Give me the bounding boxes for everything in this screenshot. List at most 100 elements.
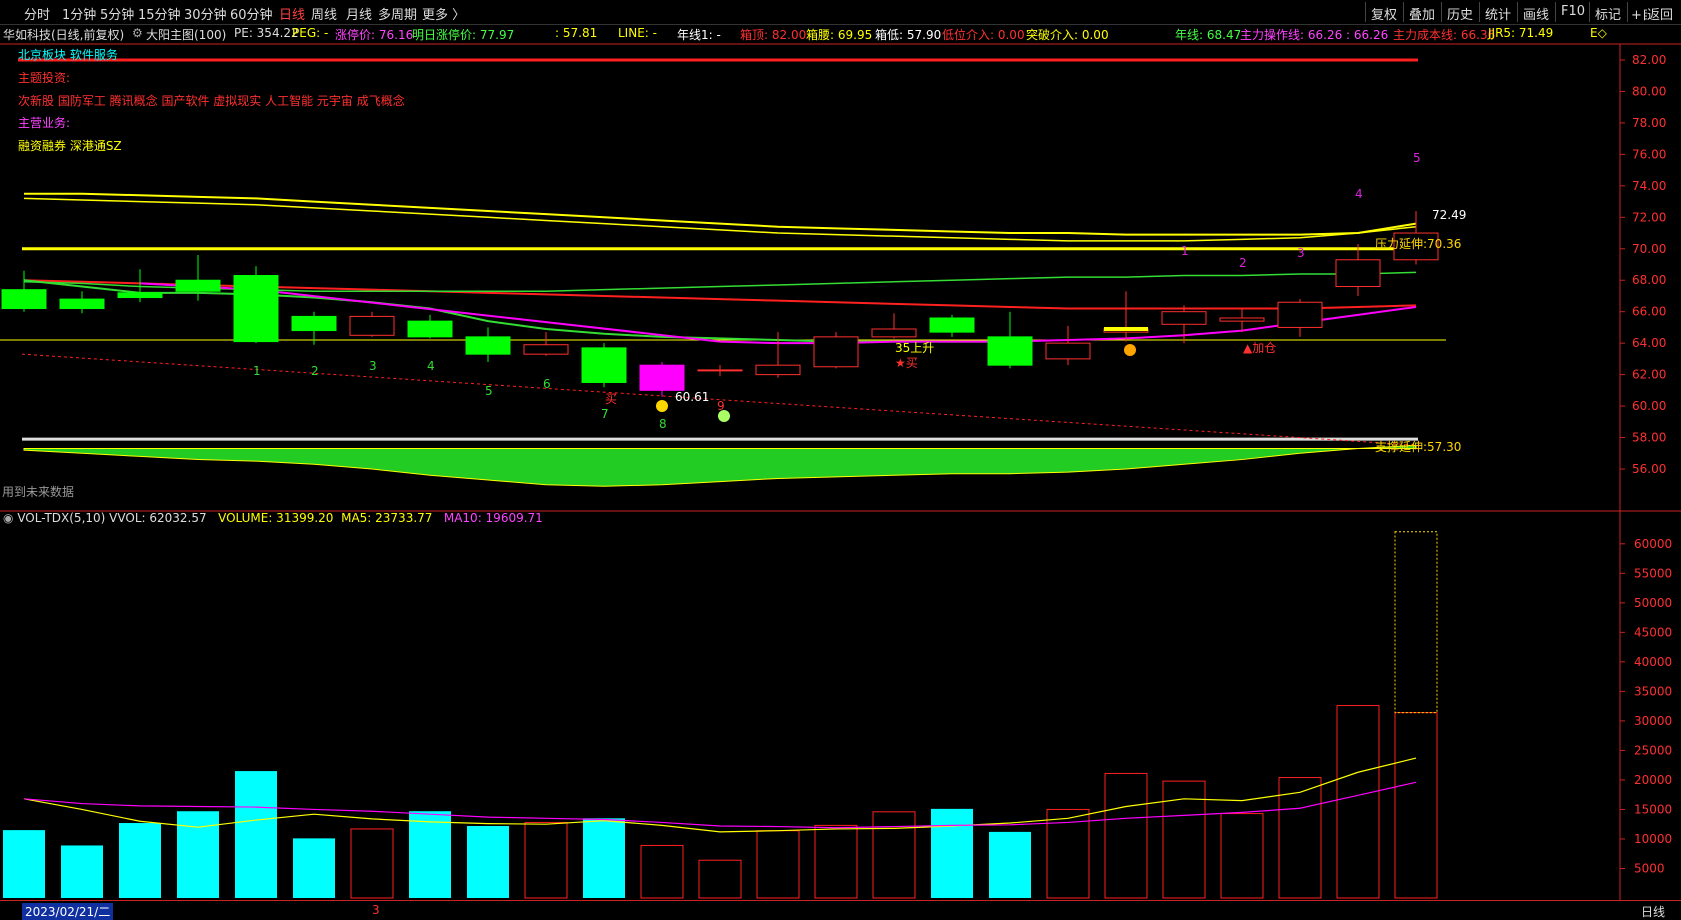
volume-bar: [640, 844, 684, 899]
price-tick-label: 56.00: [1632, 462, 1666, 476]
volume-bar: [814, 824, 858, 899]
entry-bar: [1104, 326, 1148, 331]
candle-body: [755, 364, 801, 376]
candle: [1045, 325, 1091, 366]
volume-tick-label: 40000: [1634, 655, 1672, 669]
volume-bar: [698, 859, 742, 899]
price-tick-label: 68.00: [1632, 273, 1666, 287]
volume-bar: [756, 830, 800, 899]
count-number: 2: [311, 364, 319, 378]
volume-tick-label: 5000: [1634, 861, 1665, 875]
candle-body: [1045, 342, 1091, 360]
sector-label: 北京板块 软件服务: [18, 48, 118, 62]
add-position-label: ▲加仓: [1243, 341, 1277, 355]
volume-tick-label: 10000: [1634, 832, 1672, 846]
volume-ma10-line: [23, 781, 1417, 829]
future-data-note: 用到未来数据: [2, 485, 75, 499]
price-tick-label: 82.00: [1632, 53, 1666, 67]
fast-ma-line: [23, 279, 1010, 343]
projected-volume-bar: [1394, 531, 1438, 714]
candle: [465, 327, 511, 363]
candle: [59, 291, 105, 314]
price-tick-label: 58.00: [1632, 431, 1666, 445]
volume-indicator-name[interactable]: VOL-TDX(5,10): [17, 511, 105, 525]
volume-bar: [872, 811, 916, 899]
volume-bar: [467, 825, 509, 898]
candle: [581, 343, 627, 388]
up-count-number: 3: [1297, 246, 1305, 260]
volume-tick-label: 25000: [1634, 743, 1672, 757]
volume-bar: [235, 771, 277, 898]
theme-list: 次新股 国防军工 腾讯概念 国产软件 虚拟现实 人工智能 元宇宙 成飞概念: [18, 94, 405, 108]
vvol-value: VVOL: 62032.57: [109, 511, 207, 525]
volume-bar: [1278, 777, 1322, 899]
candle-body: [1335, 259, 1381, 288]
candle-body: [871, 328, 917, 338]
volume-tick-label: 50000: [1634, 596, 1672, 610]
volume-panel: [3, 531, 1438, 899]
candle-body: [813, 336, 859, 368]
price-tick-label: 64.00: [1632, 336, 1666, 350]
volume-settings-icon[interactable]: ◉: [3, 511, 13, 525]
count-number: 3: [369, 359, 377, 373]
high-price-label: 72.49: [1432, 208, 1467, 222]
volume-bar: [1220, 813, 1264, 899]
pressure-extension-label: 压力延伸:70.36: [1375, 237, 1462, 251]
price-panel: 1 2 3 45 678912345: [0, 58, 1446, 487]
volume-bar: [1394, 712, 1438, 899]
price-tick-label: 70.00: [1632, 242, 1666, 256]
volume-tick-label: 55000: [1634, 566, 1672, 580]
price-tick-label: 72.00: [1632, 210, 1666, 224]
up-count-number: 5: [1413, 151, 1421, 165]
candle-body: [175, 279, 221, 292]
volume-tick-label: 45000: [1634, 625, 1672, 639]
volume-tick-label: 20000: [1634, 773, 1672, 787]
up-count-number: 2: [1239, 256, 1247, 270]
candle-body: [987, 336, 1033, 366]
volume-tick-label: 30000: [1634, 714, 1672, 728]
signal-circle: [656, 400, 668, 412]
price-tick-label: 76.00: [1632, 147, 1666, 161]
candle: [349, 311, 395, 337]
candle: [1, 270, 47, 312]
candle-body: [59, 298, 105, 310]
candle-body: [581, 347, 627, 383]
candle: [1161, 305, 1207, 344]
business-list: 融资融券 深港通SZ: [18, 139, 122, 153]
volume-bar: [350, 828, 394, 899]
candle: [1277, 299, 1323, 337]
business-title: 主营业务:: [18, 116, 71, 130]
candle-body: [117, 292, 163, 299]
volume-bar: [409, 811, 451, 898]
candle-body: [407, 320, 453, 338]
month-marker: 3: [372, 903, 380, 917]
price-tick-label: 62.00: [1632, 368, 1666, 382]
price-tick-label: 60.00: [1632, 399, 1666, 413]
candle-body: [349, 315, 395, 336]
candle-body: [523, 344, 569, 355]
ma5-value: MA5: 23733.77: [341, 511, 433, 525]
signal-circle: [1124, 344, 1136, 356]
candle: [987, 311, 1033, 369]
candle: [233, 266, 279, 344]
candle-body: [291, 315, 337, 332]
date-cursor-label: 2023/02/21/二: [22, 903, 114, 920]
candle: [813, 332, 859, 369]
candle: [1103, 291, 1149, 342]
volume-bar: [177, 811, 219, 898]
candle: [407, 314, 453, 339]
candle-body: [1277, 301, 1323, 328]
volume-bar: [1336, 705, 1380, 899]
candle: [697, 365, 743, 377]
theme-title: 主题投资:: [18, 71, 71, 85]
candle: [1335, 244, 1381, 296]
candle-body: [639, 364, 685, 391]
kline-chart[interactable]: 1 2 3 45 678912345 82.0080.0078.0076.0074.00…: [0, 0, 1681, 918]
volume-panel-header: ◉ VOL-TDX(5,10) VVOL: 62032.57 VOLUME: 3…: [3, 511, 543, 525]
candle-body: [1219, 317, 1265, 322]
volume-bar: [61, 845, 103, 898]
volume-tick-label: 35000: [1634, 684, 1672, 698]
candle: [871, 313, 917, 339]
candle-body: [697, 369, 743, 372]
candle-body: [465, 336, 511, 355]
